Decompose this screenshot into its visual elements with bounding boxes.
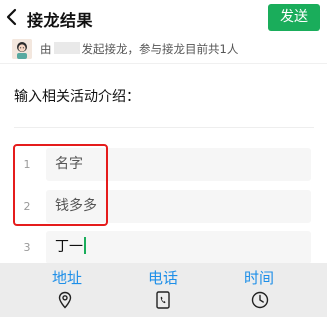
avatar: [12, 39, 32, 59]
highlight-annotation: [13, 144, 108, 226]
phone-button[interactable]: 电话: [133, 263, 193, 317]
activity-intro-prompt[interactable]: 输入相关活动介绍：: [14, 86, 140, 106]
phone-label: 电话: [147, 269, 178, 287]
divider: [14, 127, 314, 128]
divider: [0, 63, 327, 64]
redacted-name: [53, 42, 80, 54]
participant-summary: 由 发起接龙，参与接龙目前共1人: [40, 41, 238, 57]
entry-text: 丁一: [55, 239, 83, 255]
text-cursor: [84, 237, 86, 254]
page: 接龙结果 发送 由发起接龙，参与接龙目前共1人 输入相关活动介绍： 1 名字 2…: [0, 0, 327, 317]
back-arrow-icon[interactable]: [4, 7, 20, 27]
page-title: 接龙结果: [27, 11, 94, 30]
phone-icon: [156, 291, 170, 309]
entry-number: 3: [23, 241, 31, 254]
time-button[interactable]: 时间: [229, 263, 289, 317]
location-pin-icon: [58, 291, 72, 309]
send-button[interactable]: 发送: [268, 4, 320, 31]
time-label: 时间: [243, 269, 274, 287]
info-prefix: 由: [40, 42, 52, 56]
address-label: 地址: [51, 269, 82, 287]
header-bar: 接龙结果 发送: [0, 0, 327, 34]
info-suffix: 发起接龙，参与接龙目前共1人: [81, 42, 239, 56]
entry-field-active[interactable]: 丁一: [46, 231, 311, 264]
bottom-toolbar: 地址 电话 时间: [0, 263, 327, 317]
address-button[interactable]: 地址: [37, 263, 97, 317]
clock-icon: [251, 291, 269, 309]
